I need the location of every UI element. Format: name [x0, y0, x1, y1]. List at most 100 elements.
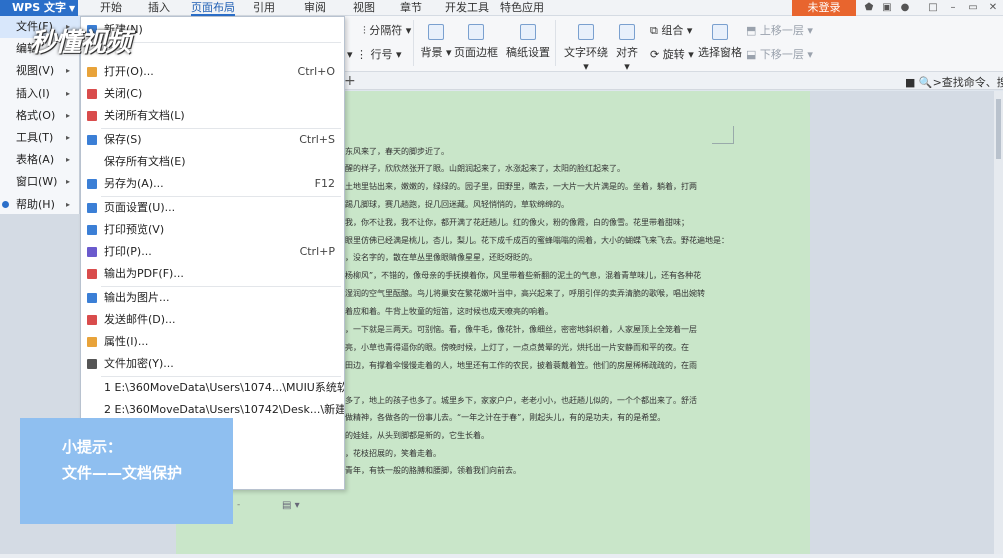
chevron-right-icon: ▸	[66, 88, 71, 98]
document-text-line: 杨柳风”，不错的，像母亲的手抚摸着你，风里带着些新翻的泥土的气息，混着青草味儿，…	[345, 271, 702, 280]
save-icon	[87, 135, 97, 145]
rotate-button[interactable]: ⟳ 旋转 ▾	[650, 46, 694, 62]
classic-menu-item[interactable]: 工具(T) ▸	[0, 127, 80, 149]
tab-4[interactable]: 审阅	[304, 0, 326, 16]
document-text-line: 的娃娃，从头到脚都是新的，它生长着。	[345, 431, 489, 440]
tab-8[interactable]: 特色应用	[500, 0, 544, 16]
text-wrap-icon	[578, 24, 594, 40]
classic-menu-item[interactable]: 窗口(W) ▸	[0, 171, 80, 193]
tab-0[interactable]: 开始	[100, 0, 122, 16]
file-menu-item[interactable]: 打印(P)... Ctrl+P	[81, 241, 344, 263]
file-menu-item[interactable]: 打开(O)... Ctrl+O	[81, 61, 344, 83]
paper-settings-button[interactable]: 稿纸设置	[506, 24, 550, 60]
file-menu-item[interactable]: 关闭所有文档(L)	[81, 105, 344, 127]
file-menu-item[interactable]: 保存所有文档(E)	[81, 151, 344, 173]
file-menu-item[interactable]: 页面设置(U)...	[81, 197, 344, 219]
separator-label: 分隔符	[369, 24, 403, 37]
tip-overlay: 小提示： 文件——文档保护	[20, 418, 233, 524]
file-menu-label: 打印(P)...	[104, 245, 152, 258]
file-menu-label: 输出为图片...	[104, 291, 170, 304]
file-menu-item[interactable]: 关闭(C)	[81, 83, 344, 105]
file-menu-label: 保存所有文档(E)	[104, 155, 186, 168]
new-tab-icon[interactable]: +	[344, 73, 356, 89]
bring-forward-button[interactable]: ⬒ 上移一层 ▾	[746, 22, 813, 38]
scrollbar-thumb[interactable]	[996, 99, 1001, 159]
command-search-label: >查找命令、搜索...	[932, 76, 1003, 88]
classic-menu-item[interactable]: 表格(A) ▸	[0, 149, 80, 171]
paper-settings-icon	[520, 24, 536, 40]
maximize-icon[interactable]: ▭	[966, 1, 980, 15]
classic-menu-label: 视图(V)	[16, 64, 55, 78]
bring-forward-icon: ⬒	[746, 24, 760, 37]
file-menu-item[interactable]: 保存(S) Ctrl+S	[81, 129, 344, 151]
file-menu-label: 保存(S)	[104, 133, 142, 146]
text-wrap-button[interactable]: 文字环绕 ▾	[560, 24, 612, 73]
search-icon: ■ 🔍	[905, 76, 933, 88]
line-number-button[interactable]: ▾ ⋮ 行号 ▾	[347, 46, 402, 62]
watermark-logo: 秒懂视频	[30, 28, 131, 58]
chevron-right-icon: ▸	[66, 110, 71, 120]
tab-3[interactable]: 引用	[253, 0, 275, 16]
background-label: 背景	[420, 46, 443, 59]
file-menu-label: 1 E:\360MoveData\Users\1074...\MUIU系统软件.…	[104, 381, 344, 394]
selection-pane-button[interactable]: 选择窗格	[698, 24, 742, 60]
chevron-right-icon: ▸	[66, 177, 71, 187]
tab-2[interactable]: 页面布局	[191, 0, 235, 16]
close-window-icon[interactable]: ✕	[986, 1, 1000, 15]
document-text-line: ，一下就是三两天。可别恼。看，像牛毛，像花针，像细丝，密密地斜织着，人家屋顶上全…	[345, 325, 697, 334]
command-search[interactable]: ■ 🔍>查找命令、搜索...	[905, 74, 1003, 88]
paste-icon[interactable]: ▤ ▾	[282, 500, 300, 511]
chevron-right-icon: ▸	[66, 133, 71, 142]
help-icon[interactable]: ●	[898, 1, 912, 15]
menu-bar: WPS 文字 ▼ 开始 插入 页面布局 引用 审阅 视图 章节 开发工具 特色应用 未登录 ⬟ ▣…	[0, 0, 1003, 16]
file-menu-item[interactable]: 另存为(A)... F12	[81, 173, 344, 195]
file-menu-item[interactable]: 输出为图片...	[81, 287, 344, 309]
file-menu-item[interactable]: 文件加密(Y)...	[81, 353, 344, 375]
group-label: 组合	[661, 24, 684, 37]
send-backward-label: 下移一层	[759, 48, 804, 61]
classic-menu-item[interactable]: 插入(I) ▸	[0, 83, 80, 105]
page-border-label: 页面边框	[454, 46, 498, 59]
background-icon	[428, 24, 444, 40]
classic-menu-item[interactable]: 帮助(H) ▸	[0, 194, 80, 216]
shield-icon[interactable]: ⬟	[862, 1, 876, 15]
align-icon	[619, 24, 635, 40]
minimize-ribbon-icon[interactable]: □	[926, 1, 940, 15]
classic-menu-item[interactable]: 格式(O) ▸	[0, 105, 80, 127]
login-button[interactable]: 未登录	[792, 0, 856, 16]
file-menu-label: 关闭所有文档(L)	[104, 109, 185, 122]
file-menu-label: 关闭(C)	[104, 87, 143, 100]
skin-icon[interactable]: ▣	[880, 1, 894, 15]
file-menu-item[interactable]: 发送邮件(D)...	[81, 309, 344, 331]
rotate-icon: ⟳	[650, 48, 663, 61]
status-bar	[0, 554, 1003, 558]
tab-7[interactable]: 开发工具	[445, 0, 489, 16]
tab-5[interactable]: 视图	[353, 0, 375, 16]
file-menu-label: 另存为(A)...	[104, 177, 164, 190]
document-text-line: 青年，有铁一般的胳膊和腰脚，领着我们向前去。	[345, 466, 521, 475]
file-menu-item[interactable]: 打印预览(V)	[81, 219, 344, 241]
separator-button[interactable]: ⫶ 分隔符 ▾	[363, 22, 411, 38]
file-menu-item[interactable]: 1 E:\360MoveData\Users\1074...\MUIU系统软件.…	[81, 377, 344, 399]
document-text-line: ，花枝招展的，笑着走着。	[345, 449, 441, 458]
encrypt-icon	[87, 359, 97, 369]
document-text-line: 土地里钻出来，嫩嫩的，绿绿的。园子里，田野里，瞧去，一大片一大片满是的。坐着，躺…	[345, 182, 697, 191]
background-button[interactable]: 背景 ▾	[420, 24, 452, 60]
classic-menu-item[interactable]: 视图(V) ▸	[0, 60, 80, 82]
page-border-button[interactable]: 页面边框	[454, 24, 498, 60]
vertical-scrollbar[interactable]	[994, 91, 1003, 554]
tab-1[interactable]: 插入	[148, 0, 170, 16]
file-menu-item[interactable]: 属性(I)...	[81, 331, 344, 353]
toolbar-dash: -	[237, 500, 241, 510]
page-corner-mark	[712, 126, 734, 144]
file-menu-item[interactable]: 输出为PDF(F)...	[81, 263, 344, 285]
group-button[interactable]: ⧉ 组合 ▾	[650, 22, 692, 38]
file-menu-label: 打开(O)...	[104, 65, 154, 78]
document-text-line: 踢几脚球，赛几趟跑，捉几回迷藏。风轻悄悄的，草软绵绵的。	[345, 200, 569, 209]
send-backward-button[interactable]: ⬓ 下移一层 ▾	[746, 46, 813, 62]
app-menu-button[interactable]: WPS 文字 ▼	[0, 0, 78, 16]
minimize-icon[interactable]: –	[946, 1, 960, 15]
align-button[interactable]: 对齐 ▾	[612, 24, 642, 73]
selection-pane-label: 选择窗格	[698, 46, 742, 59]
tab-6[interactable]: 章节	[400, 0, 422, 16]
